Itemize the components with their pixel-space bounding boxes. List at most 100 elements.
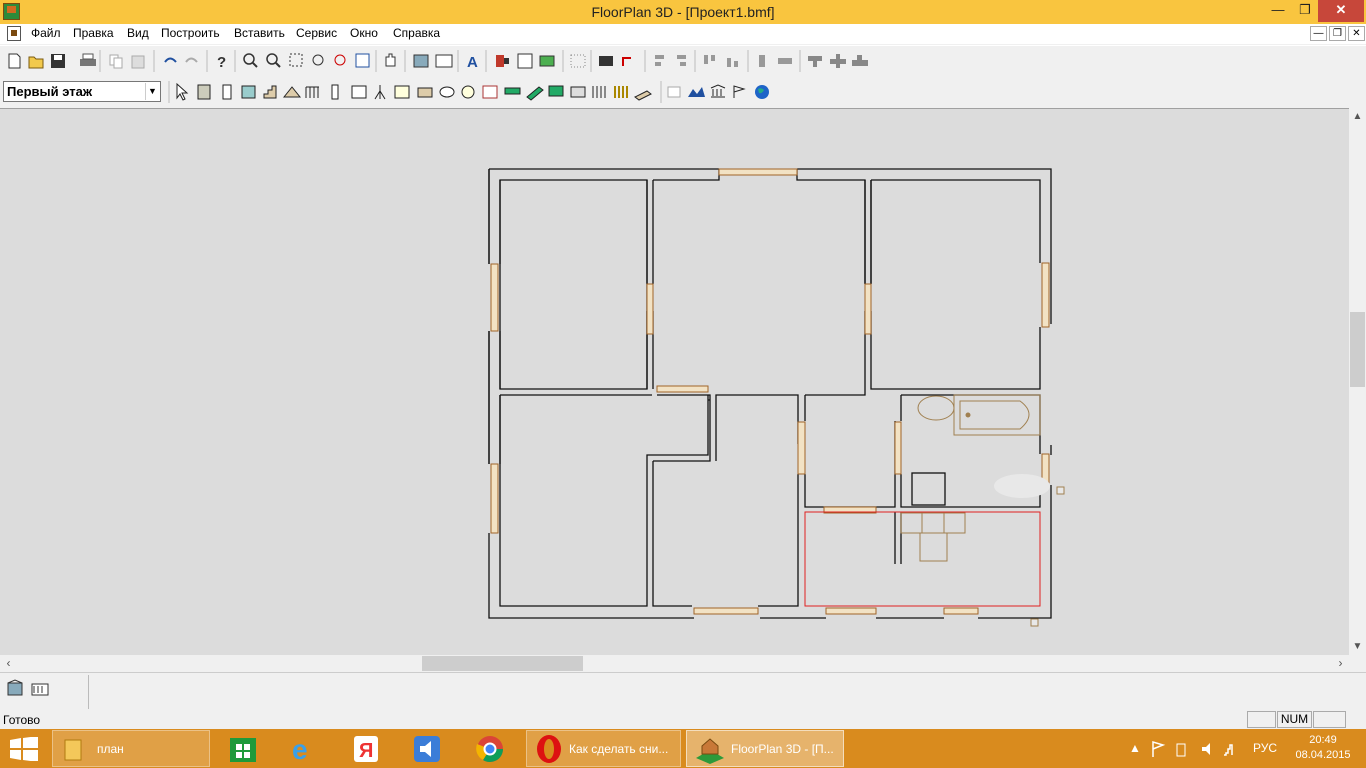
survey-point-icon[interactable] bbox=[374, 85, 386, 100]
align-left-icon[interactable] bbox=[655, 55, 664, 66]
ramp-icon[interactable] bbox=[548, 85, 564, 97]
door-icon[interactable] bbox=[222, 84, 232, 100]
action-center-flag-icon[interactable] bbox=[1152, 740, 1166, 757]
landmark-icon[interactable] bbox=[710, 84, 726, 98]
menu-view[interactable]: Вид bbox=[125, 26, 151, 40]
column-icon[interactable] bbox=[331, 84, 339, 100]
view-3d-tab-icon[interactable] bbox=[7, 679, 23, 696]
taskbar-clock[interactable]: 20:49 08.04.2015 bbox=[1293, 733, 1353, 763]
save-icon[interactable] bbox=[51, 54, 65, 68]
chrome-icon[interactable] bbox=[474, 732, 506, 764]
terrain-icon[interactable] bbox=[688, 87, 705, 97]
distribute-horizontal-icon[interactable] bbox=[808, 56, 822, 67]
center-vertical-icon[interactable] bbox=[759, 55, 765, 67]
mdi-restore-button[interactable]: ❐ bbox=[1329, 26, 1346, 41]
redo-icon[interactable] bbox=[185, 57, 198, 63]
text-tool-icon[interactable]: A bbox=[467, 54, 478, 71]
new-file-icon[interactable] bbox=[8, 53, 21, 69]
flag-icon[interactable] bbox=[733, 85, 746, 98]
table-icon[interactable] bbox=[667, 86, 681, 98]
room-icon[interactable] bbox=[394, 85, 410, 99]
gate-icon[interactable] bbox=[634, 90, 652, 101]
maximize-button[interactable]: ❐ bbox=[1292, 0, 1318, 22]
distribute-center-icon[interactable] bbox=[830, 54, 846, 68]
floor-select[interactable]: Первый этаж ▼ bbox=[3, 81, 161, 102]
volume-icon[interactable] bbox=[1202, 743, 1210, 755]
electrical-icon[interactable] bbox=[570, 86, 586, 98]
copy-icon[interactable] bbox=[109, 54, 123, 69]
power-icon[interactable] bbox=[1176, 743, 1186, 757]
roof-icon[interactable] bbox=[282, 86, 302, 98]
center-horizontal-icon[interactable] bbox=[778, 58, 792, 64]
bath-icon[interactable] bbox=[439, 86, 455, 98]
vertical-scroll-thumb[interactable] bbox=[1350, 312, 1365, 387]
network-icon[interactable] bbox=[1224, 744, 1233, 756]
chevron-down-icon[interactable]: ▼ bbox=[145, 83, 159, 100]
vertical-scrollbar[interactable]: ▲ ▼ bbox=[1349, 108, 1366, 655]
render-icon[interactable] bbox=[599, 56, 613, 66]
align-bottom-icon[interactable] bbox=[727, 58, 738, 67]
view-2d-icon[interactable] bbox=[435, 54, 453, 68]
scroll-left-icon[interactable]: ‹ bbox=[0, 655, 17, 672]
scroll-down-icon[interactable]: ▼ bbox=[1349, 638, 1366, 655]
yandex-browser-icon[interactable]: Я bbox=[350, 732, 382, 764]
menu-build[interactable]: Построить bbox=[159, 26, 222, 40]
zoom-window-icon[interactable] bbox=[289, 53, 303, 67]
scroll-right-icon[interactable]: › bbox=[1332, 655, 1349, 672]
open-folder-icon[interactable] bbox=[28, 56, 44, 69]
zoom-in-icon[interactable] bbox=[243, 53, 258, 68]
materials-icon[interactable] bbox=[517, 53, 533, 69]
lighting-icon[interactable] bbox=[592, 86, 606, 98]
scroll-up-icon[interactable]: ▲ bbox=[1349, 108, 1366, 125]
paste-icon[interactable] bbox=[131, 55, 145, 69]
zoom-out-icon[interactable] bbox=[266, 53, 281, 68]
menu-window[interactable]: Окно bbox=[348, 26, 380, 40]
deck-icon[interactable] bbox=[526, 86, 544, 101]
view-2d-tab-icon[interactable] bbox=[31, 683, 49, 696]
menu-edit[interactable]: Правка bbox=[71, 26, 116, 40]
zoom-previous-icon[interactable] bbox=[334, 54, 346, 66]
window-icon[interactable] bbox=[241, 85, 256, 99]
align-right-icon[interactable] bbox=[677, 55, 686, 66]
select-arrow-icon[interactable] bbox=[176, 82, 189, 101]
print-icon[interactable] bbox=[80, 53, 96, 66]
wall-icon[interactable] bbox=[197, 84, 211, 100]
volume-app-icon[interactable] bbox=[411, 732, 443, 764]
appliance-icon[interactable] bbox=[482, 85, 498, 99]
menu-file[interactable]: Файл bbox=[29, 26, 63, 40]
menu-tools[interactable]: Сервис bbox=[294, 26, 339, 40]
paint-icon[interactable] bbox=[496, 55, 509, 67]
internet-explorer-icon[interactable]: e bbox=[289, 732, 321, 764]
taskbar-item-explorer[interactable]: план bbox=[52, 730, 210, 767]
fence-icon[interactable] bbox=[614, 86, 628, 98]
pan-hand-icon[interactable] bbox=[385, 53, 396, 67]
menu-help[interactable]: Справка bbox=[391, 26, 442, 40]
globe-icon[interactable] bbox=[755, 85, 769, 99]
horizontal-scroll-thumb[interactable] bbox=[422, 656, 583, 671]
stairs-icon[interactable] bbox=[263, 85, 277, 99]
landscape-icon[interactable] bbox=[539, 55, 555, 67]
windows-start-icon[interactable] bbox=[10, 737, 38, 761]
cabinet-icon[interactable] bbox=[351, 85, 367, 99]
horizontal-scrollbar[interactable]: ‹ › bbox=[0, 655, 1349, 672]
furniture-icon[interactable] bbox=[417, 87, 433, 98]
mdi-close-button[interactable]: ✕ bbox=[1348, 26, 1365, 41]
grid-icon[interactable] bbox=[570, 54, 586, 68]
taskbar-item-opera[interactable]: Как сделать сни... bbox=[526, 730, 681, 767]
minimize-button[interactable]: — bbox=[1264, 0, 1292, 22]
mdi-minimize-button[interactable]: — bbox=[1310, 26, 1327, 41]
drawing-canvas[interactable] bbox=[0, 108, 1349, 655]
refresh-icon[interactable] bbox=[622, 57, 631, 66]
railing-icon[interactable] bbox=[305, 86, 319, 98]
close-button[interactable]: ✕ bbox=[1318, 0, 1364, 22]
zoom-fit-icon[interactable] bbox=[312, 54, 324, 66]
fixture-icon[interactable] bbox=[461, 85, 475, 99]
help-icon[interactable]: ? bbox=[217, 54, 226, 71]
view-3d-icon[interactable] bbox=[413, 54, 429, 68]
language-indicator[interactable]: РУС bbox=[1253, 741, 1277, 755]
zoom-all-icon[interactable] bbox=[355, 53, 370, 68]
undo-icon[interactable] bbox=[164, 57, 177, 63]
menu-insert[interactable]: Вставить bbox=[232, 26, 287, 40]
fireplace-icon[interactable] bbox=[504, 87, 521, 95]
tray-chevron-icon[interactable]: ▲ bbox=[1129, 741, 1141, 755]
